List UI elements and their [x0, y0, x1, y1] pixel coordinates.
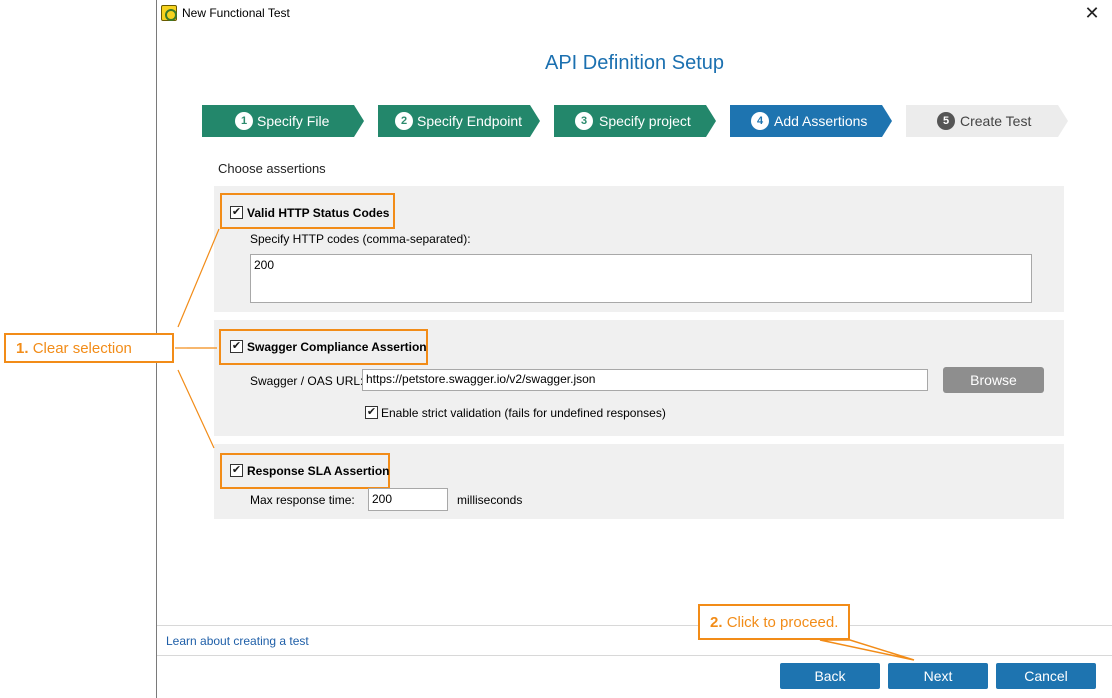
annotation-number: 1.	[16, 340, 29, 357]
annotation-text: Click to proceed.	[726, 614, 839, 631]
annotation-click-to-proceed: 2. Click to proceed.	[698, 604, 850, 640]
annotation-text: Clear selection	[32, 340, 132, 357]
connector-line	[177, 369, 215, 449]
callout-pointer	[819, 639, 915, 661]
annotation-clear-selection: 1. Clear selection	[4, 333, 174, 363]
connector-line	[177, 228, 220, 328]
annotation-number: 2.	[710, 614, 723, 631]
